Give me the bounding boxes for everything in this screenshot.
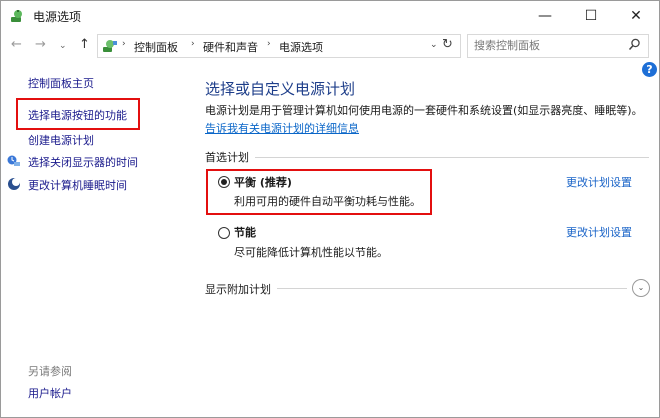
- sidebar-link-create-plan[interactable]: 创建电源计划: [28, 132, 94, 148]
- help-icon[interactable]: ?: [642, 62, 657, 77]
- power-options-window: 电源选项 — ☐ ✕ ← → ⌄ ↑ › 控制面板 › 硬件和声音 › 电源选项…: [0, 0, 660, 418]
- plan-description-text: 电源计划是用于管理计算机如何使用电源的一套硬件和系统设置(如显示器亮度、睡眠等)…: [205, 104, 643, 117]
- search-icon[interactable]: [628, 38, 641, 51]
- sleep-moon-icon: [8, 178, 20, 190]
- sidebar-link-display-off[interactable]: 选择关闭显示器的时间: [28, 154, 138, 170]
- power-saver-plan-desc: 尽可能降低计算机性能以节能。: [234, 246, 388, 259]
- minimize-icon: —: [538, 8, 552, 24]
- preferred-plans-heading: 首选计划: [205, 151, 249, 164]
- breadcrumb-separator[interactable]: ›: [191, 39, 195, 49]
- breadcrumb-power-options[interactable]: 电源选项: [279, 39, 323, 55]
- power-options-icon: [11, 10, 22, 22]
- sidebar-link-sleep-time[interactable]: 更改计算机睡眠时间: [28, 177, 127, 193]
- balanced-plan-desc: 利用可用的硬件自动平衡功耗与性能。: [234, 195, 421, 208]
- expand-chevron-icon[interactable]: ⌄: [632, 279, 650, 297]
- see-also-label: 另请参阅: [28, 365, 72, 378]
- show-additional-plans[interactable]: 显示附加计划: [205, 281, 271, 297]
- power-saver-plan-name[interactable]: 节能: [234, 224, 256, 240]
- control-panel-icon: [103, 40, 117, 52]
- breadcrumb-separator[interactable]: ›: [122, 39, 126, 49]
- back-icon[interactable]: ←: [11, 37, 22, 52]
- maximize-button[interactable]: ☐: [568, 1, 614, 31]
- breadcrumb-control-panel[interactable]: 控制面板: [134, 39, 178, 55]
- refresh-icon[interactable]: ↻: [442, 37, 453, 52]
- navigation-bar: ← → ⌄ ↑ › 控制面板 › 硬件和声音 › 电源选项 ⌄ ↻: [1, 31, 659, 61]
- breadcrumb-separator[interactable]: ›: [267, 39, 271, 49]
- balanced-plan-name[interactable]: 平衡 (推荐): [234, 174, 292, 190]
- search-input[interactable]: [474, 37, 622, 53]
- power-saver-plan-radio[interactable]: [218, 227, 230, 239]
- learn-more-link[interactable]: 告诉我有关电源计划的详细信息: [205, 122, 359, 135]
- radio-selected-dot: [221, 179, 227, 185]
- sidebar-link-user-accounts[interactable]: 用户帐户: [28, 385, 72, 401]
- recent-locations-icon[interactable]: ⌄: [59, 41, 67, 51]
- sidebar-link-home[interactable]: 控制面板主页: [28, 75, 94, 91]
- breadcrumb-hardware-sound[interactable]: 硬件和声音: [203, 39, 258, 55]
- address-bar[interactable]: › 控制面板 › 硬件和声音 › 电源选项 ⌄ ↻: [97, 34, 461, 58]
- section-divider: [255, 157, 649, 158]
- sidebar-link-power-button[interactable]: 选择电源按钮的功能: [28, 107, 127, 123]
- title-bar[interactable]: 电源选项 — ☐ ✕: [1, 1, 659, 31]
- address-dropdown-icon[interactable]: ⌄: [430, 40, 438, 50]
- forward-icon[interactable]: →: [35, 37, 46, 52]
- window-title: 电源选项: [33, 10, 82, 24]
- display-schedule-icon: [7, 155, 20, 166]
- minimize-button[interactable]: —: [522, 1, 568, 31]
- close-icon: ✕: [630, 8, 642, 24]
- additional-plans-divider: [277, 288, 627, 289]
- maximize-icon: ☐: [584, 8, 598, 24]
- plan-description: 电源计划是用于管理计算机如何使用电源的一套硬件和系统设置(如显示器亮度、睡眠等)…: [205, 102, 649, 138]
- up-icon[interactable]: ↑: [79, 37, 90, 52]
- page-title: 选择或自定义电源计划: [205, 80, 356, 98]
- search-box: [467, 34, 649, 58]
- balanced-plan-radio[interactable]: [218, 176, 230, 188]
- close-button[interactable]: ✕: [613, 1, 659, 31]
- power-saver-change-settings-link[interactable]: 更改计划设置: [566, 224, 632, 240]
- balanced-change-settings-link[interactable]: 更改计划设置: [566, 174, 632, 190]
